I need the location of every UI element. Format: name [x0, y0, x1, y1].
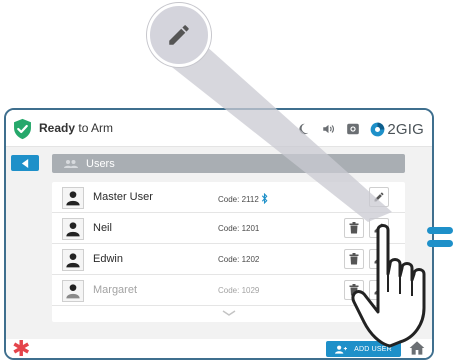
- brand-name: 2GIG: [387, 120, 424, 138]
- users-icon: [64, 159, 78, 168]
- edit-user-button[interactable]: [369, 187, 389, 207]
- pointing-hand-icon: [351, 224, 426, 348]
- bluetooth-icon: [261, 193, 268, 204]
- scroll-down-icon[interactable]: [222, 310, 236, 316]
- page-title: Users: [86, 157, 115, 170]
- user-code: Code: 1202: [218, 255, 260, 264]
- title-bar: Users: [52, 154, 405, 173]
- user-code: Code: 1201: [218, 224, 260, 233]
- user-name: Master User: [93, 191, 153, 203]
- user-code-text: Code: 2112: [218, 195, 259, 204]
- status-bar: Ready to Arm 2GIG: [6, 110, 432, 147]
- arm-status: Ready to Arm: [39, 121, 113, 135]
- user-code: Code: 2112: [218, 193, 268, 204]
- pencil-icon: [374, 192, 384, 202]
- brand-logo: 2GIG: [370, 121, 424, 138]
- moon-icon[interactable]: [295, 121, 311, 137]
- back-button[interactable]: [11, 155, 39, 171]
- user-avatar-icon: [62, 218, 84, 240]
- arm-status-rest: to Arm: [78, 121, 114, 135]
- shield-check-icon: [14, 118, 31, 140]
- user-name: Margaret: [93, 284, 138, 296]
- volume-icon[interactable]: [320, 121, 336, 137]
- arm-status-bold: Ready: [39, 121, 76, 135]
- user-name: Edwin: [93, 253, 123, 265]
- asterisk-icon[interactable]: ✱: [12, 338, 30, 359]
- camera-icon[interactable]: [345, 121, 361, 137]
- user-avatar-icon: [62, 249, 84, 271]
- user-row[interactable]: Master User Code: 2112: [52, 182, 405, 213]
- user-name: Neil: [93, 222, 112, 234]
- pencil-icon: [169, 25, 189, 45]
- brand-logo-icon: [370, 122, 385, 136]
- screen: Ready to Arm 2GIG Users Master User Code…: [0, 0, 453, 363]
- back-arrow-icon: [21, 158, 28, 168]
- user-code: Code: 1029: [218, 286, 260, 295]
- user-avatar-icon: [62, 280, 84, 302]
- zoom-callout: [147, 3, 211, 67]
- add-user-icon: [335, 345, 348, 354]
- status-icons: 2GIG: [295, 119, 424, 139]
- user-avatar-icon: [62, 187, 84, 209]
